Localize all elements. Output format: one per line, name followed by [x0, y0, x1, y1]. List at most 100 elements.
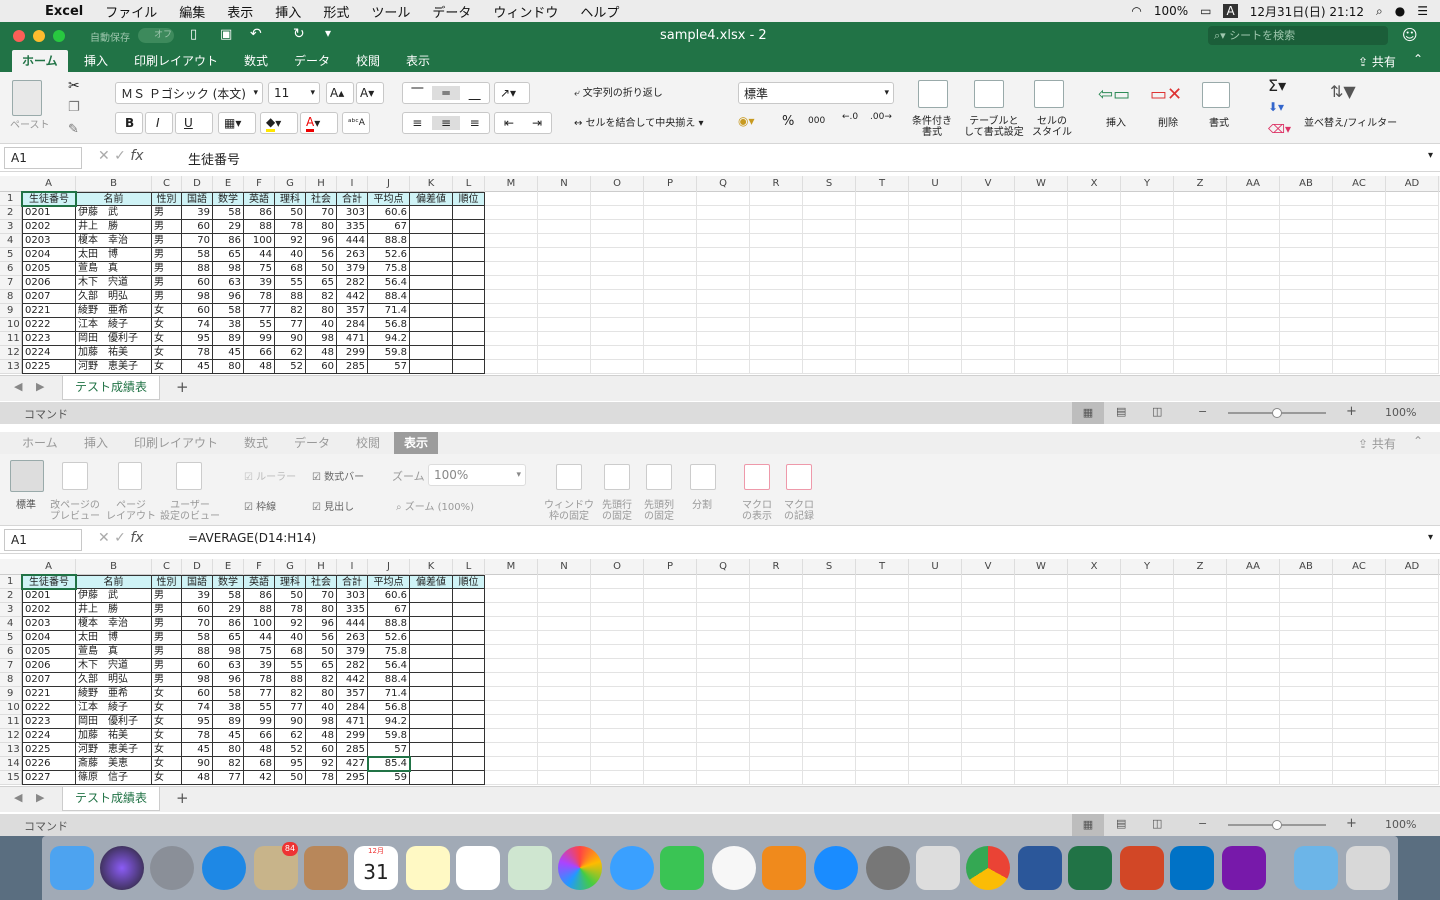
data-cell[interactable]: 86 — [244, 589, 275, 603]
empty-cell[interactable] — [1121, 220, 1174, 234]
data-cell[interactable] — [453, 603, 485, 617]
empty-cell[interactable] — [644, 757, 697, 771]
empty-cell[interactable] — [644, 589, 697, 603]
row-header[interactable]: 4 — [0, 617, 22, 631]
empty-cell[interactable] — [962, 575, 1015, 589]
empty-cell[interactable] — [962, 701, 1015, 715]
sort-filter-label[interactable]: 並べ替え/フィルター — [1304, 118, 1397, 129]
empty-cell[interactable] — [1333, 248, 1386, 262]
empty-cell[interactable] — [1333, 220, 1386, 234]
data-cell[interactable]: 0205 — [22, 262, 76, 276]
menu-data[interactable]: データ — [421, 2, 482, 21]
row-header[interactable]: 5 — [0, 631, 22, 645]
empty-cell[interactable] — [1386, 220, 1439, 234]
empty-cell[interactable] — [750, 192, 803, 206]
empty-cell[interactable] — [644, 346, 697, 360]
empty-cell[interactable] — [1174, 729, 1227, 743]
data-cell[interactable]: 44 — [244, 631, 275, 645]
empty-cell[interactable] — [909, 290, 962, 304]
empty-cell[interactable] — [644, 192, 697, 206]
empty-cell[interactable] — [1227, 771, 1280, 785]
empty-cell[interactable] — [856, 771, 909, 785]
empty-cell[interactable] — [1068, 192, 1121, 206]
empty-cell[interactable] — [1174, 220, 1227, 234]
app-store-icon[interactable] — [814, 846, 858, 890]
empty-cell[interactable] — [962, 220, 1015, 234]
empty-cell[interactable] — [909, 276, 962, 290]
notification-center-icon[interactable]: ☰ — [1417, 4, 1428, 18]
header-cell[interactable]: 数学 — [213, 575, 244, 589]
empty-cell[interactable] — [644, 318, 697, 332]
column-header[interactable]: G — [275, 176, 306, 192]
data-cell[interactable]: 282 — [337, 276, 368, 290]
empty-cell[interactable] — [1333, 729, 1386, 743]
data-cell[interactable]: 60 — [182, 603, 213, 617]
empty-cell[interactable] — [1333, 332, 1386, 346]
empty-cell[interactable] — [1068, 318, 1121, 332]
data-cell[interactable]: 80 — [306, 687, 337, 701]
empty-cell[interactable] — [909, 262, 962, 276]
empty-cell[interactable] — [909, 631, 962, 645]
empty-cell[interactable] — [591, 589, 644, 603]
data-cell[interactable]: 55 — [244, 318, 275, 332]
empty-cell[interactable] — [1227, 206, 1280, 220]
empty-cell[interactable] — [1068, 276, 1121, 290]
empty-cell[interactable] — [1015, 332, 1068, 346]
empty-cell[interactable] — [485, 290, 538, 304]
empty-cell[interactable] — [1386, 360, 1439, 374]
menu-app-excel[interactable]: Excel — [34, 4, 94, 19]
data-cell[interactable]: 299 — [337, 729, 368, 743]
empty-cell[interactable] — [750, 673, 803, 687]
empty-cell[interactable] — [644, 673, 697, 687]
data-cell[interactable]: 74 — [182, 318, 213, 332]
data-cell[interactable]: 榎本 幸治 — [76, 617, 152, 631]
empty-cell[interactable] — [1015, 206, 1068, 220]
data-cell[interactable]: 88.4 — [368, 290, 410, 304]
zoom-slider-thumb[interactable] — [1272, 408, 1282, 418]
data-cell[interactable]: 48 — [306, 346, 337, 360]
empty-cell[interactable] — [750, 304, 803, 318]
empty-cell[interactable] — [1015, 276, 1068, 290]
column-header[interactable]: V — [962, 559, 1015, 575]
empty-cell[interactable] — [909, 346, 962, 360]
data-cell[interactable]: 86 — [244, 206, 275, 220]
data-cell[interactable]: 90 — [182, 757, 213, 771]
empty-cell[interactable] — [697, 603, 750, 617]
next-sheet-icon[interactable]: ▶ — [36, 380, 44, 393]
column-header[interactable]: F — [244, 176, 275, 192]
header-cell[interactable]: 順位 — [453, 192, 485, 206]
data-cell[interactable]: 75.8 — [368, 645, 410, 659]
empty-cell[interactable] — [1174, 192, 1227, 206]
empty-cell[interactable] — [538, 304, 591, 318]
empty-cell[interactable] — [1068, 617, 1121, 631]
data-cell[interactable] — [410, 743, 453, 757]
empty-cell[interactable] — [591, 290, 644, 304]
data-cell[interactable] — [410, 262, 453, 276]
empty-cell[interactable] — [485, 771, 538, 785]
column-header[interactable]: AB — [1280, 559, 1333, 575]
sheet-grid-1[interactable]: A B C D E F G H I J K L M N O P Q R S T U V W X Y Z AA AB AC AD 1 生徒番号名… — [0, 176, 1440, 375]
increase-decimal-icon[interactable]: ←.0 — [842, 112, 858, 122]
decrease-indent-icon[interactable]: ⇤ — [495, 116, 523, 130]
empty-cell[interactable] — [538, 757, 591, 771]
row-header[interactable]: 3 — [0, 220, 22, 234]
data-cell[interactable]: 0206 — [22, 659, 76, 673]
empty-cell[interactable] — [1227, 645, 1280, 659]
freeze-top-row-icon[interactable] — [604, 464, 630, 490]
empty-cell[interactable] — [1174, 332, 1227, 346]
data-cell[interactable]: 52 — [275, 743, 306, 757]
data-cell[interactable]: 98 — [213, 645, 244, 659]
empty-cell[interactable] — [1015, 659, 1068, 673]
empty-cell[interactable] — [856, 248, 909, 262]
column-header[interactable]: L — [453, 559, 485, 575]
row-header[interactable]: 3 — [0, 603, 22, 617]
orientation-button[interactable]: ↗▾ — [494, 82, 530, 104]
page-layout-icon[interactable] — [118, 462, 142, 490]
row-header[interactable]: 6 — [0, 262, 22, 276]
empty-cell[interactable] — [1386, 248, 1439, 262]
data-cell[interactable]: 92 — [275, 234, 306, 248]
empty-cell[interactable] — [803, 206, 856, 220]
headings-checkbox[interactable]: ☑ 見出し — [312, 498, 354, 513]
empty-cell[interactable] — [591, 687, 644, 701]
column-header[interactable]: O — [591, 559, 644, 575]
